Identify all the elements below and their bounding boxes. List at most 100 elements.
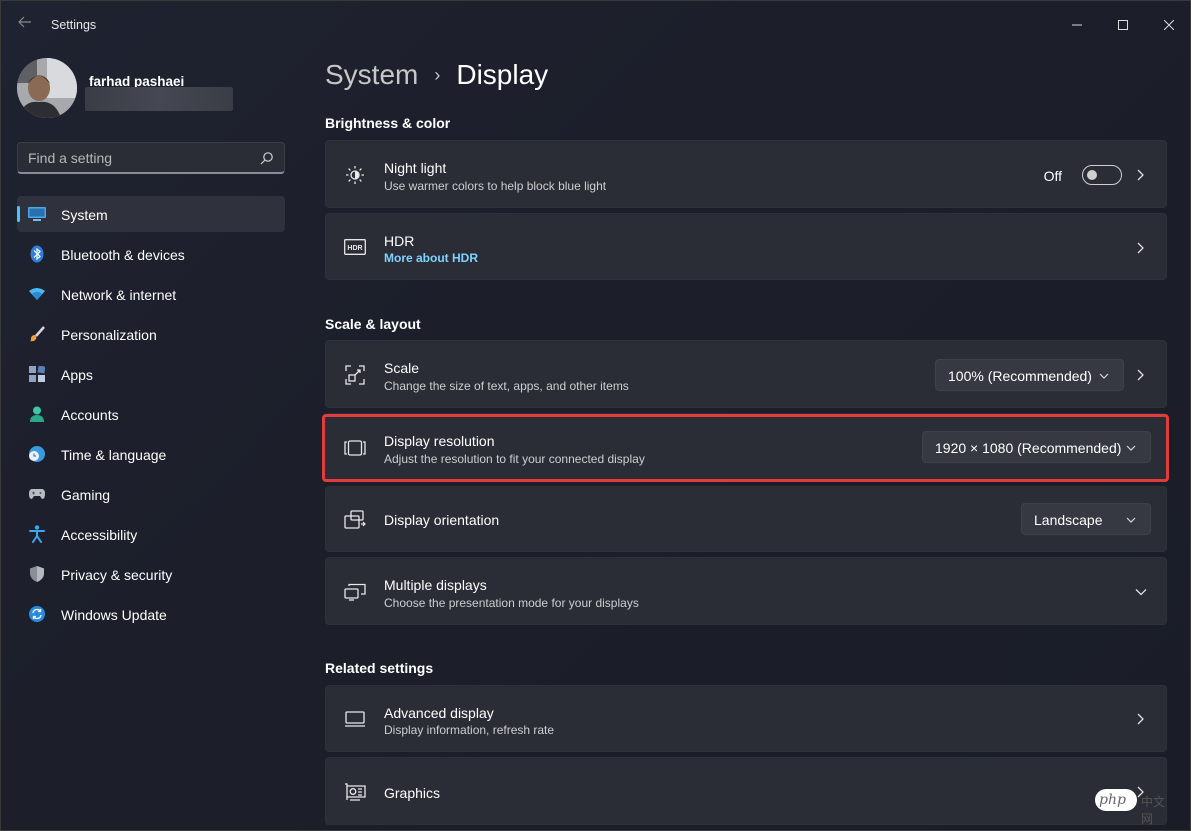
chevron-right-icon bbox=[1137, 242, 1144, 254]
breadcrumb: System › Display bbox=[325, 59, 548, 91]
chevron-down-icon[interactable] bbox=[1134, 585, 1148, 599]
graphics-title: Graphics bbox=[384, 785, 441, 801]
sidebar-item-privacy[interactable]: Privacy & security bbox=[17, 556, 285, 592]
chevron-down-icon bbox=[1099, 373, 1109, 379]
scale-icon bbox=[344, 364, 366, 386]
title-bar: Settings bbox=[1, 1, 1190, 49]
close-button[interactable] bbox=[1146, 9, 1191, 41]
graphics-card[interactable]: Graphics bbox=[325, 757, 1167, 825]
hdr-link[interactable]: More about HDR bbox=[384, 251, 478, 265]
sidebar-item-label: Network & internet bbox=[61, 287, 177, 303]
scale-subtitle: Change the size of text, apps, and other… bbox=[384, 379, 629, 393]
apps-icon bbox=[28, 365, 46, 383]
breadcrumb-parent[interactable]: System bbox=[325, 59, 418, 91]
sidebar-item-label: Accounts bbox=[61, 407, 119, 423]
night-light-icon bbox=[344, 164, 366, 186]
sidebar-item-system[interactable]: System bbox=[17, 196, 285, 232]
sidebar-item-windows-update[interactable]: Windows Update bbox=[17, 596, 285, 632]
advanced-display-title: Advanced display bbox=[384, 705, 494, 721]
chevron-right-icon bbox=[1137, 369, 1144, 381]
watermark-suffix: 中文网 bbox=[1141, 795, 1166, 826]
sidebar-item-label: Apps bbox=[61, 367, 93, 383]
gamepad-icon bbox=[28, 485, 46, 503]
maximize-icon bbox=[1118, 20, 1128, 30]
hdr-title: HDR bbox=[384, 233, 415, 249]
night-light-card[interactable]: Night light Use warmer colors to help bl… bbox=[325, 140, 1167, 208]
sidebar-item-personalization[interactable]: Personalization bbox=[17, 316, 285, 352]
orientation-dropdown-value: Landscape bbox=[1034, 512, 1103, 528]
search-icon bbox=[260, 152, 273, 165]
section-title-related: Related settings bbox=[325, 660, 434, 676]
orientation-icon bbox=[344, 509, 366, 531]
user-email-redacted bbox=[85, 87, 233, 111]
display-orientation-card[interactable]: Display orientation Landscape bbox=[325, 486, 1167, 552]
sidebar-item-bluetooth[interactable]: Bluetooth & devices bbox=[17, 236, 285, 272]
section-title-scale-layout: Scale & layout bbox=[325, 316, 421, 332]
sidebar-item-time-language[interactable]: Time & language bbox=[17, 436, 285, 472]
breadcrumb-separator: › bbox=[434, 64, 441, 85]
avatar bbox=[17, 58, 77, 118]
minimize-icon bbox=[1072, 24, 1082, 26]
maximize-button[interactable] bbox=[1100, 9, 1146, 41]
shield-icon bbox=[28, 565, 46, 583]
back-arrow-icon bbox=[18, 16, 31, 28]
advanced-display-subtitle: Display information, refresh rate bbox=[384, 723, 555, 737]
scale-title: Scale bbox=[384, 360, 420, 376]
person-icon bbox=[28, 405, 46, 423]
sidebar-item-apps[interactable]: Apps bbox=[17, 356, 285, 392]
section-title-brightness: Brightness & color bbox=[325, 115, 451, 131]
sidebar-item-label: System bbox=[61, 207, 108, 223]
night-light-state: Off bbox=[1043, 168, 1062, 184]
display-orientation-title: Display orientation bbox=[384, 512, 500, 528]
back-button[interactable] bbox=[15, 15, 35, 35]
sidebar-item-label: Gaming bbox=[61, 487, 111, 503]
system-icon bbox=[28, 205, 46, 223]
wifi-icon bbox=[28, 285, 46, 303]
sidebar-nav: System Bluetooth & devices Network & int… bbox=[17, 196, 285, 636]
sidebar-item-accessibility[interactable]: Accessibility bbox=[17, 516, 285, 552]
sidebar-item-network[interactable]: Network & internet bbox=[17, 276, 285, 312]
search-input[interactable] bbox=[28, 149, 248, 167]
night-light-subtitle: Use warmer colors to help block blue lig… bbox=[384, 179, 607, 193]
orientation-dropdown[interactable]: Landscape bbox=[1021, 503, 1151, 535]
monitor-icon bbox=[344, 708, 366, 730]
sidebar-item-label: Time & language bbox=[61, 447, 167, 463]
advanced-display-card[interactable]: Advanced display Display information, re… bbox=[325, 685, 1167, 752]
night-light-toggle[interactable] bbox=[1082, 165, 1122, 185]
sidebar-item-label: Bluetooth & devices bbox=[61, 247, 185, 263]
multiple-displays-icon bbox=[344, 581, 366, 603]
multiple-displays-subtitle: Choose the presentation mode for your di… bbox=[384, 596, 639, 610]
brush-icon bbox=[28, 325, 46, 343]
highlight-annotation bbox=[322, 414, 1169, 482]
scale-card[interactable]: Scale Change the size of text, apps, and… bbox=[325, 340, 1167, 408]
multiple-displays-title: Multiple displays bbox=[384, 577, 487, 593]
accessibility-icon bbox=[28, 525, 46, 543]
sidebar-item-label: Accessibility bbox=[61, 527, 138, 543]
hdr-icon: HDR bbox=[344, 236, 366, 258]
sidebar-item-label: Privacy & security bbox=[61, 567, 173, 583]
svg-text:HDR: HDR bbox=[347, 245, 362, 252]
toggle-knob bbox=[1087, 170, 1097, 180]
minimize-button[interactable] bbox=[1054, 9, 1100, 41]
graphics-card-icon bbox=[344, 781, 366, 803]
settings-window: Settings farhad pashaei Find a setting S… bbox=[0, 0, 1191, 831]
sidebar-item-gaming[interactable]: Gaming bbox=[17, 476, 285, 512]
sidebar-item-label: Windows Update bbox=[61, 607, 167, 623]
page-title: Display bbox=[456, 59, 549, 90]
sidebar-item-accounts[interactable]: Accounts bbox=[17, 396, 285, 432]
search-box[interactable] bbox=[17, 142, 285, 174]
watermark-brand: php bbox=[1099, 792, 1126, 808]
chevron-down-icon bbox=[1126, 517, 1136, 523]
scale-dropdown[interactable]: 100% (Recommended) bbox=[935, 359, 1124, 391]
update-icon bbox=[28, 605, 46, 623]
scale-dropdown-value: 100% (Recommended) bbox=[948, 368, 1092, 384]
chevron-right-icon bbox=[1137, 713, 1144, 725]
hdr-card[interactable]: HDR HDR More about HDR bbox=[325, 213, 1167, 280]
sidebar-item-label: Personalization bbox=[61, 327, 157, 343]
chevron-right-icon bbox=[1137, 169, 1144, 181]
night-light-title: Night light bbox=[384, 160, 447, 176]
multiple-displays-card[interactable]: Multiple displays Choose the presentatio… bbox=[325, 557, 1167, 625]
bluetooth-icon bbox=[28, 245, 46, 263]
app-title: Settings bbox=[51, 18, 97, 32]
watermark-logo: php 中文网 bbox=[1095, 789, 1175, 826]
